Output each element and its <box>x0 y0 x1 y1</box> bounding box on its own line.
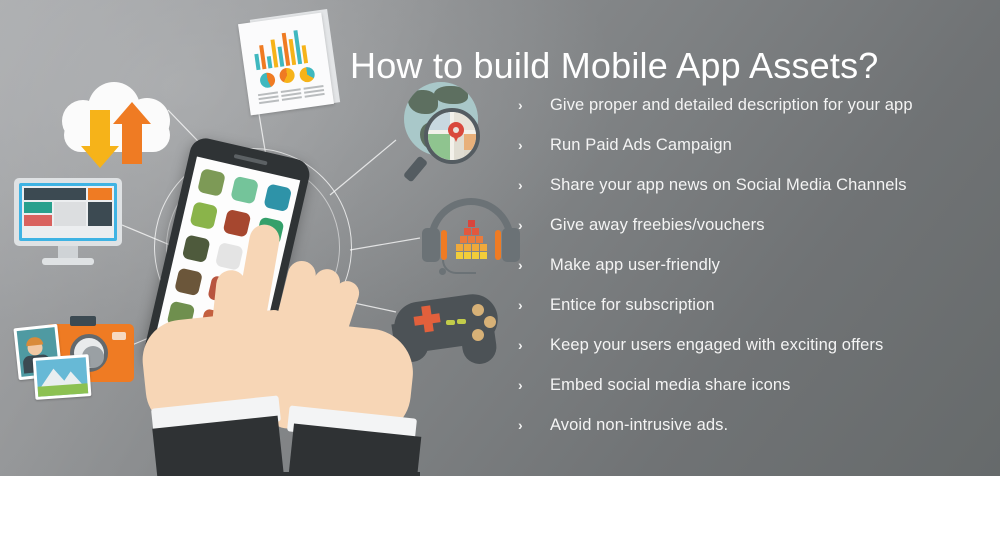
chevron-right-icon: › <box>518 177 523 193</box>
list-item-label: Keep your users engaged with exciting of… <box>550 336 884 354</box>
chevron-right-icon: › <box>518 137 523 153</box>
photo-landscape <box>32 354 92 400</box>
list-item: › Entice for subscription <box>518 285 996 325</box>
list-item-label: Make app user-friendly <box>550 256 721 274</box>
list-item: › Avoid non-intrusive ads. <box>518 405 996 445</box>
report-bar-chart <box>252 28 314 71</box>
list-item: › Give proper and detailed description f… <box>518 85 996 125</box>
desktop-monitor-icon <box>14 178 122 270</box>
slide-root: How to build Mobile App Assets? › Give p… <box>0 0 1000 556</box>
page-title: How to build Mobile App Assets? <box>350 45 879 87</box>
list-item-label: Share your app news on Social Media Chan… <box>550 176 907 194</box>
footer-bar: NUMERO UNO INC Your Trusted SEO Partner … <box>0 476 1000 556</box>
list-item-label: Entice for subscription <box>550 296 715 314</box>
list-item: › Embed social media share icons <box>518 365 996 405</box>
report-document-icon <box>238 9 348 116</box>
headset-equalizer-icon <box>420 198 522 282</box>
bullet-list: › Give proper and detailed description f… <box>518 85 996 445</box>
list-item-label: Give away freebies/vouchers <box>550 216 765 234</box>
download-arrow-icon <box>81 110 119 168</box>
map-pin-icon <box>448 122 464 142</box>
list-item-label: Run Paid Ads Campaign <box>550 136 732 154</box>
hands-holding-smartphone <box>120 120 422 476</box>
report-text-lines <box>238 13 325 104</box>
chevron-right-icon: › <box>518 97 523 113</box>
list-item-label: Give proper and detailed description for… <box>550 96 913 114</box>
camera-photos-icon <box>8 312 134 408</box>
chevron-right-icon: › <box>518 377 523 393</box>
list-item-label: Embed social media share icons <box>550 376 791 394</box>
chevron-right-icon: › <box>518 417 523 433</box>
report-pie-charts <box>238 13 321 89</box>
list-item: › Keep your users engaged with exciting … <box>518 325 996 365</box>
phone-speaker <box>233 153 268 166</box>
chevron-right-icon: › <box>518 337 523 353</box>
hero-background: How to build Mobile App Assets? › Give p… <box>0 0 1000 476</box>
list-item-label: Avoid non-intrusive ads. <box>550 416 729 434</box>
chevron-right-icon: › <box>518 217 523 233</box>
app-icon-grid <box>166 168 293 345</box>
magnifier-lens <box>424 108 480 164</box>
list-item: › Share your app news on Social Media Ch… <box>518 165 996 205</box>
list-item: › Run Paid Ads Campaign <box>518 125 996 165</box>
chevron-right-icon: › <box>518 257 523 273</box>
chevron-right-icon: › <box>518 297 523 313</box>
list-item: › Give away freebies/vouchers <box>518 205 996 245</box>
list-item: › Make app user-friendly <box>518 245 996 285</box>
